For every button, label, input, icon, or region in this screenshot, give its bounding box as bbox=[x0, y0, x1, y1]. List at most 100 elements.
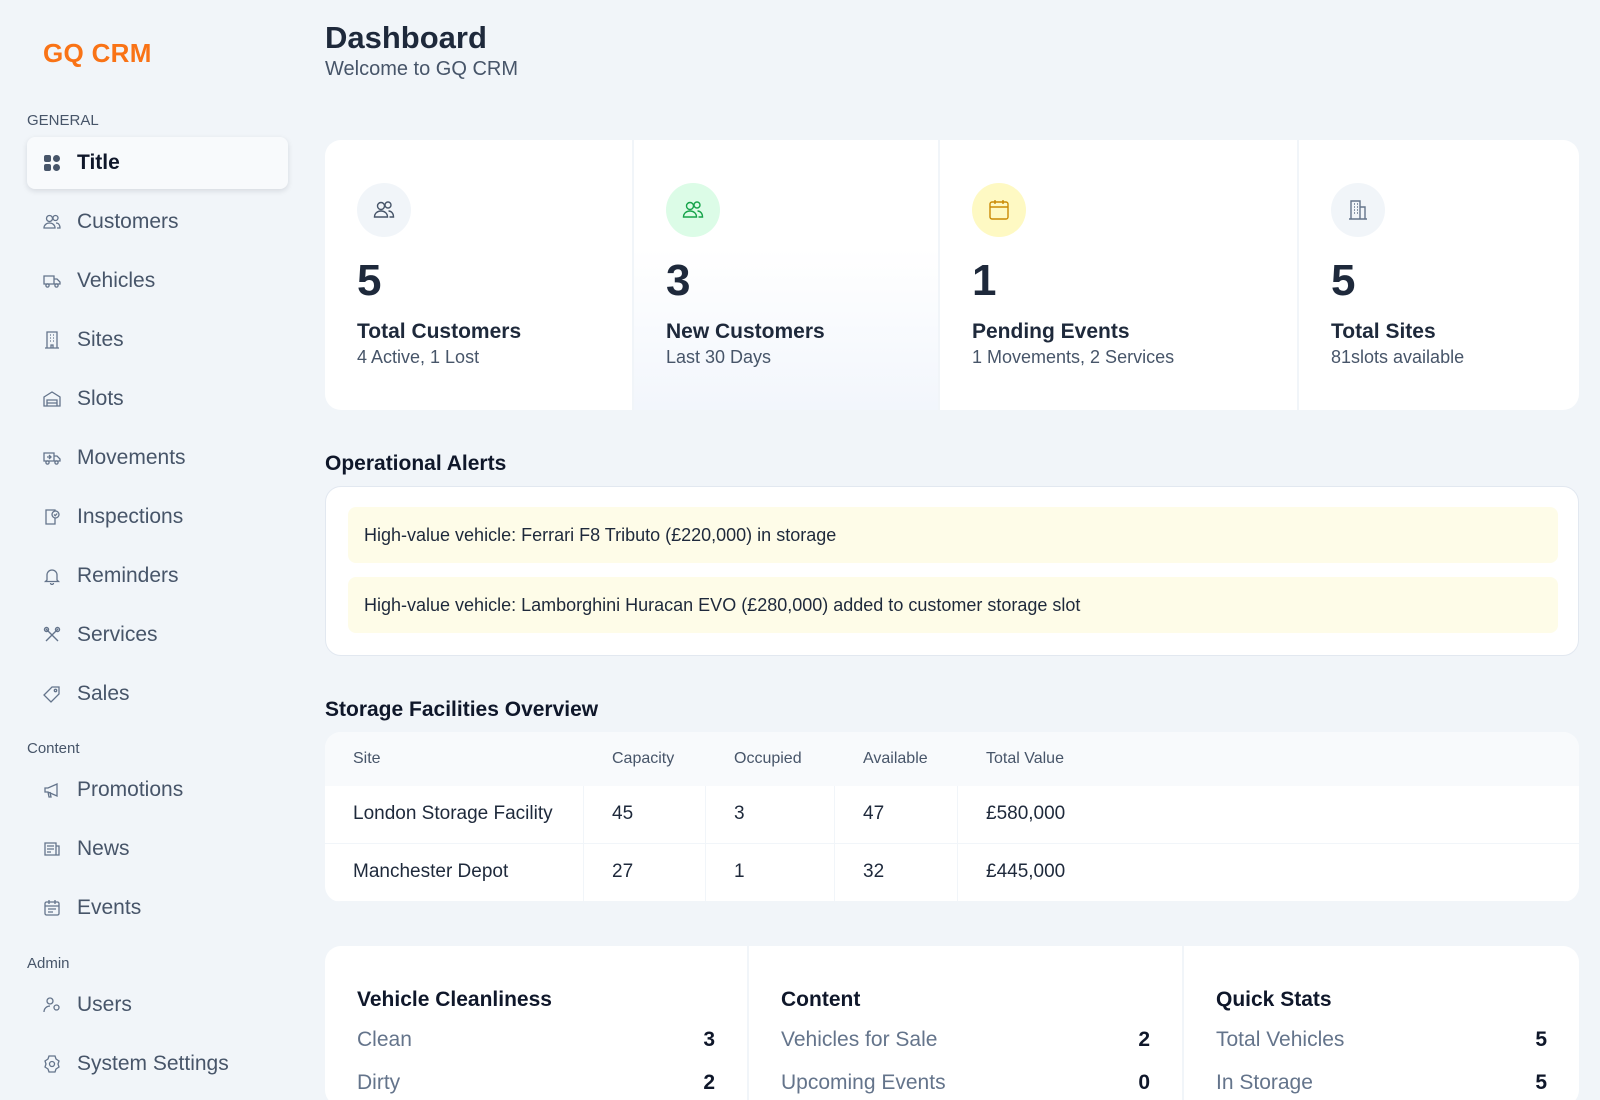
column-header-total-value[interactable]: Total Value bbox=[986, 750, 1064, 768]
stat-card-total-customers[interactable]: 5 Total Customers 4 Active, 1 Lost bbox=[325, 140, 634, 410]
stat-subtext: 81slots available bbox=[1331, 347, 1465, 367]
table-row[interactable]: London Storage Facility 45 3 47 £580,000 bbox=[325, 786, 1579, 844]
stat-subtext: Last 30 Days bbox=[666, 347, 772, 367]
summary-row: Upcoming Events 0 bbox=[781, 1071, 1150, 1099]
sidebar-item-label: Sites bbox=[77, 328, 124, 351]
building-icon bbox=[1331, 183, 1385, 237]
summary-value: 3 bbox=[703, 1028, 715, 1051]
summary-panel: Vehicle Cleanliness Clean 3 Dirty 2 Cont… bbox=[325, 946, 1579, 1100]
facilities-title: Storage Facilities Overview bbox=[325, 698, 599, 721]
stat-value: 1 bbox=[972, 256, 997, 305]
facilities-table: Site Capacity Occupied Available Total V… bbox=[325, 732, 1579, 902]
users-icon bbox=[43, 213, 61, 231]
column-header-capacity[interactable]: Capacity bbox=[612, 750, 674, 768]
summary-row: Clean 3 bbox=[357, 1028, 715, 1056]
calendar-icon bbox=[972, 183, 1026, 237]
stat-label: New Customers bbox=[666, 320, 825, 343]
bell-icon bbox=[43, 567, 61, 585]
summary-card-vehicle-cleanliness: Vehicle Cleanliness Clean 3 Dirty 2 bbox=[325, 946, 749, 1100]
stat-value: 5 bbox=[1331, 256, 1356, 305]
settings-icon bbox=[43, 1055, 61, 1073]
sidebar-item-label: Events bbox=[77, 896, 142, 919]
sidebar-item-reminders[interactable]: Reminders bbox=[27, 550, 288, 602]
summary-label: Dirty bbox=[357, 1071, 401, 1094]
summary-label: In Storage bbox=[1216, 1071, 1313, 1094]
sidebar-item-movements[interactable]: Movements bbox=[27, 432, 288, 484]
cell-site: London Storage Facility bbox=[353, 803, 553, 824]
grid-icon bbox=[43, 154, 61, 172]
cell-occupied: 1 bbox=[734, 861, 745, 882]
stat-label: Total Customers bbox=[357, 320, 522, 343]
sidebar-item-sales[interactable]: Sales bbox=[27, 668, 288, 720]
column-header-occupied[interactable]: Occupied bbox=[734, 750, 802, 768]
sidebar-item-vehicles[interactable]: Vehicles bbox=[27, 255, 288, 307]
garage-icon bbox=[43, 390, 61, 408]
summary-label: Total Vehicles bbox=[1216, 1028, 1345, 1051]
alert-item[interactable]: High-value vehicle: Lamborghini Huracan … bbox=[348, 577, 1558, 633]
stat-card-pending-events[interactable]: 1 Pending Events 1 Movements, 2 Services bbox=[940, 140, 1299, 410]
cell-capacity: 45 bbox=[612, 803, 634, 824]
alert-item[interactable]: High-value vehicle: Ferrari F8 Tributo (… bbox=[348, 507, 1558, 563]
table-row[interactable]: Manchester Depot 27 1 32 £445,000 bbox=[325, 844, 1579, 902]
stat-card-new-customers[interactable]: 3 New Customers Last 30 Days bbox=[634, 140, 940, 410]
summary-title: Quick Stats bbox=[1216, 988, 1332, 1011]
sidebar-item-services[interactable]: Services bbox=[27, 609, 288, 661]
summary-value: 2 bbox=[703, 1071, 715, 1094]
table-header: Site Capacity Occupied Available Total V… bbox=[325, 732, 1579, 786]
page-subtitle: Welcome to GQ CRM bbox=[325, 58, 518, 80]
sidebar-item-label: Users bbox=[77, 993, 132, 1016]
building-icon bbox=[43, 331, 61, 349]
tag-icon bbox=[43, 685, 61, 703]
column-header-site[interactable]: Site bbox=[353, 750, 381, 768]
users-icon bbox=[357, 183, 411, 237]
sidebar-item-label: Title bbox=[77, 151, 120, 174]
column-header-available[interactable]: Available bbox=[863, 750, 928, 768]
stat-label: Total Sites bbox=[1331, 320, 1436, 343]
page-title: Dashboard bbox=[325, 20, 487, 55]
cell-available: 32 bbox=[863, 861, 885, 882]
summary-row: Total Vehicles 5 bbox=[1216, 1028, 1547, 1056]
sidebar-item-system-settings[interactable]: System Settings bbox=[27, 1038, 288, 1090]
newspaper-icon bbox=[43, 840, 61, 858]
cell-available: 47 bbox=[863, 803, 885, 824]
sidebar-item-promotions[interactable]: Promotions bbox=[27, 764, 288, 816]
sidebar-item-sites[interactable]: Sites bbox=[27, 314, 288, 366]
stat-card-total-sites[interactable]: 5 Total Sites 81slots available bbox=[1299, 140, 1579, 410]
transfer-truck-icon bbox=[43, 449, 61, 467]
brand-logo[interactable]: GQ CRM bbox=[43, 38, 152, 69]
summary-value: 2 bbox=[1138, 1028, 1150, 1051]
summary-title: Vehicle Cleanliness bbox=[357, 988, 552, 1011]
sidebar-item-label: News bbox=[77, 837, 130, 860]
summary-card-quick-stats: Quick Stats Total Vehicles 5 In Storage … bbox=[1184, 946, 1579, 1100]
sidebar-item-label: Inspections bbox=[77, 505, 184, 528]
user-cog-icon bbox=[43, 996, 61, 1014]
sidebar-item-label: Customers bbox=[77, 210, 179, 233]
sidebar-item-customers[interactable]: Customers bbox=[27, 196, 288, 248]
megaphone-icon bbox=[43, 781, 61, 799]
sidebar-item-events[interactable]: Events bbox=[27, 882, 288, 934]
sidebar-item-label: Promotions bbox=[77, 778, 184, 801]
sidebar-item-label: Vehicles bbox=[77, 269, 156, 292]
summary-row: In Storage 5 bbox=[1216, 1071, 1547, 1099]
summary-title: Content bbox=[781, 988, 861, 1011]
truck-icon bbox=[43, 272, 61, 290]
section-label-admin: Admin bbox=[27, 955, 70, 972]
sidebar-item-label: Services bbox=[77, 623, 158, 646]
sidebar-item-label: Sales bbox=[77, 682, 130, 705]
sidebar-item-slots[interactable]: Slots bbox=[27, 373, 288, 425]
calendar-icon bbox=[43, 899, 61, 917]
cell-total-value: £580,000 bbox=[986, 803, 1066, 824]
stat-subtext: 4 Active, 1 Lost bbox=[357, 347, 480, 367]
sidebar-item-news[interactable]: News bbox=[27, 823, 288, 875]
sidebar-item-label: Reminders bbox=[77, 564, 179, 587]
clipboard-check-icon bbox=[43, 508, 61, 526]
sidebar-item-title[interactable]: Title bbox=[27, 137, 288, 189]
sidebar-item-inspections[interactable]: Inspections bbox=[27, 491, 288, 543]
alerts-title: Operational Alerts bbox=[325, 452, 507, 475]
sidebar-item-users[interactable]: Users bbox=[27, 979, 288, 1031]
stat-label: Pending Events bbox=[972, 320, 1130, 343]
stat-subtext: 1 Movements, 2 Services bbox=[972, 347, 1175, 367]
sidebar: GQ CRM GENERAL Title Customers Vehicles … bbox=[0, 0, 300, 1100]
stat-value: 3 bbox=[666, 256, 691, 305]
tools-icon bbox=[43, 626, 61, 644]
